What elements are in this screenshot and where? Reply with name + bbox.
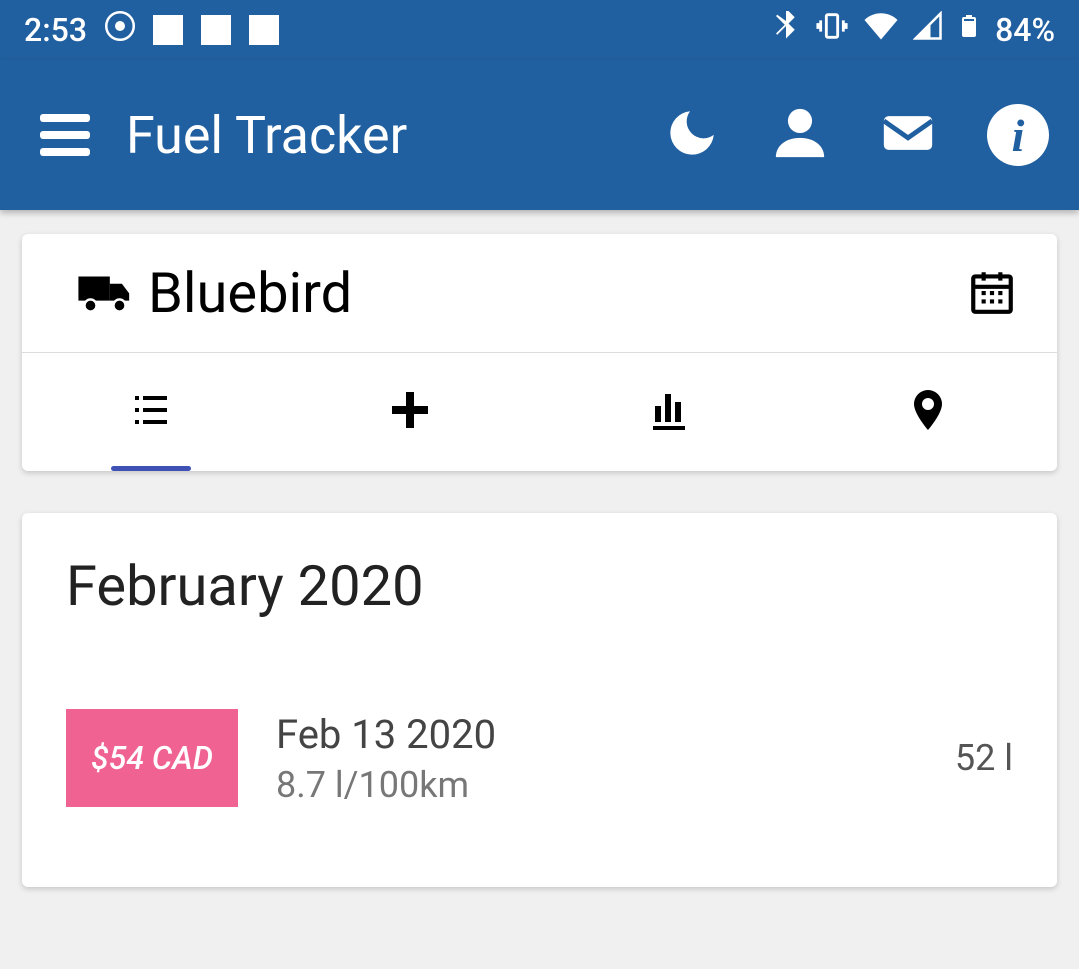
wifi-icon — [863, 8, 899, 52]
info-button[interactable]: i — [987, 104, 1049, 166]
vibrate-icon — [815, 9, 849, 51]
vehicle-card: Bluebird — [22, 234, 1057, 471]
status-time: 2:53 — [24, 11, 87, 49]
profile-button[interactable] — [771, 104, 829, 166]
battery-icon — [957, 9, 981, 51]
status-right: 84% — [771, 8, 1055, 52]
tabs — [22, 353, 1057, 471]
calendar-button[interactable] — [967, 266, 1017, 320]
menu-button[interactable] — [40, 114, 90, 156]
mail-button[interactable] — [879, 104, 937, 166]
plus-icon — [386, 386, 434, 438]
entry-date: Feb 13 2020 — [276, 711, 955, 758]
bluetooth-icon — [771, 11, 801, 49]
notification-placeholder-icon — [153, 15, 183, 45]
status-left: 2:53 — [24, 11, 279, 49]
entry-consumption: 8.7 l/100km — [276, 764, 955, 806]
month-card: February 2020 $54 CAD Feb 13 2020 8.7 l/… — [22, 513, 1057, 887]
at-icon — [105, 11, 135, 49]
app-header: Fuel Tracker i — [0, 60, 1079, 210]
battery-percent: 84% — [995, 11, 1055, 49]
notification-placeholder-icon — [249, 15, 279, 45]
truck-icon — [76, 262, 134, 324]
status-bar: 2:53 84% — [0, 0, 1079, 60]
vehicle-header[interactable]: Bluebird — [22, 234, 1057, 353]
tab-add[interactable] — [281, 353, 540, 471]
vehicle-name: Bluebird — [148, 260, 352, 326]
entry-volume: 52 l — [955, 737, 1013, 779]
price-badge: $54 CAD — [66, 709, 238, 807]
dark-mode-button[interactable] — [663, 104, 721, 166]
tab-location[interactable] — [798, 353, 1057, 471]
fuel-entry[interactable]: $54 CAD Feb 13 2020 8.7 l/100km 52 l — [66, 709, 1013, 807]
header-actions: i — [663, 104, 1049, 166]
tab-chart[interactable] — [540, 353, 799, 471]
pin-icon — [904, 386, 952, 438]
chart-icon — [645, 386, 693, 438]
signal-icon — [913, 11, 943, 49]
app-title: Fuel Tracker — [126, 105, 407, 166]
notification-placeholder-icon — [201, 15, 231, 45]
tab-list[interactable] — [22, 353, 281, 471]
month-title: February 2020 — [66, 553, 1013, 619]
list-icon — [127, 386, 175, 438]
entry-details: Feb 13 2020 8.7 l/100km — [276, 711, 955, 806]
